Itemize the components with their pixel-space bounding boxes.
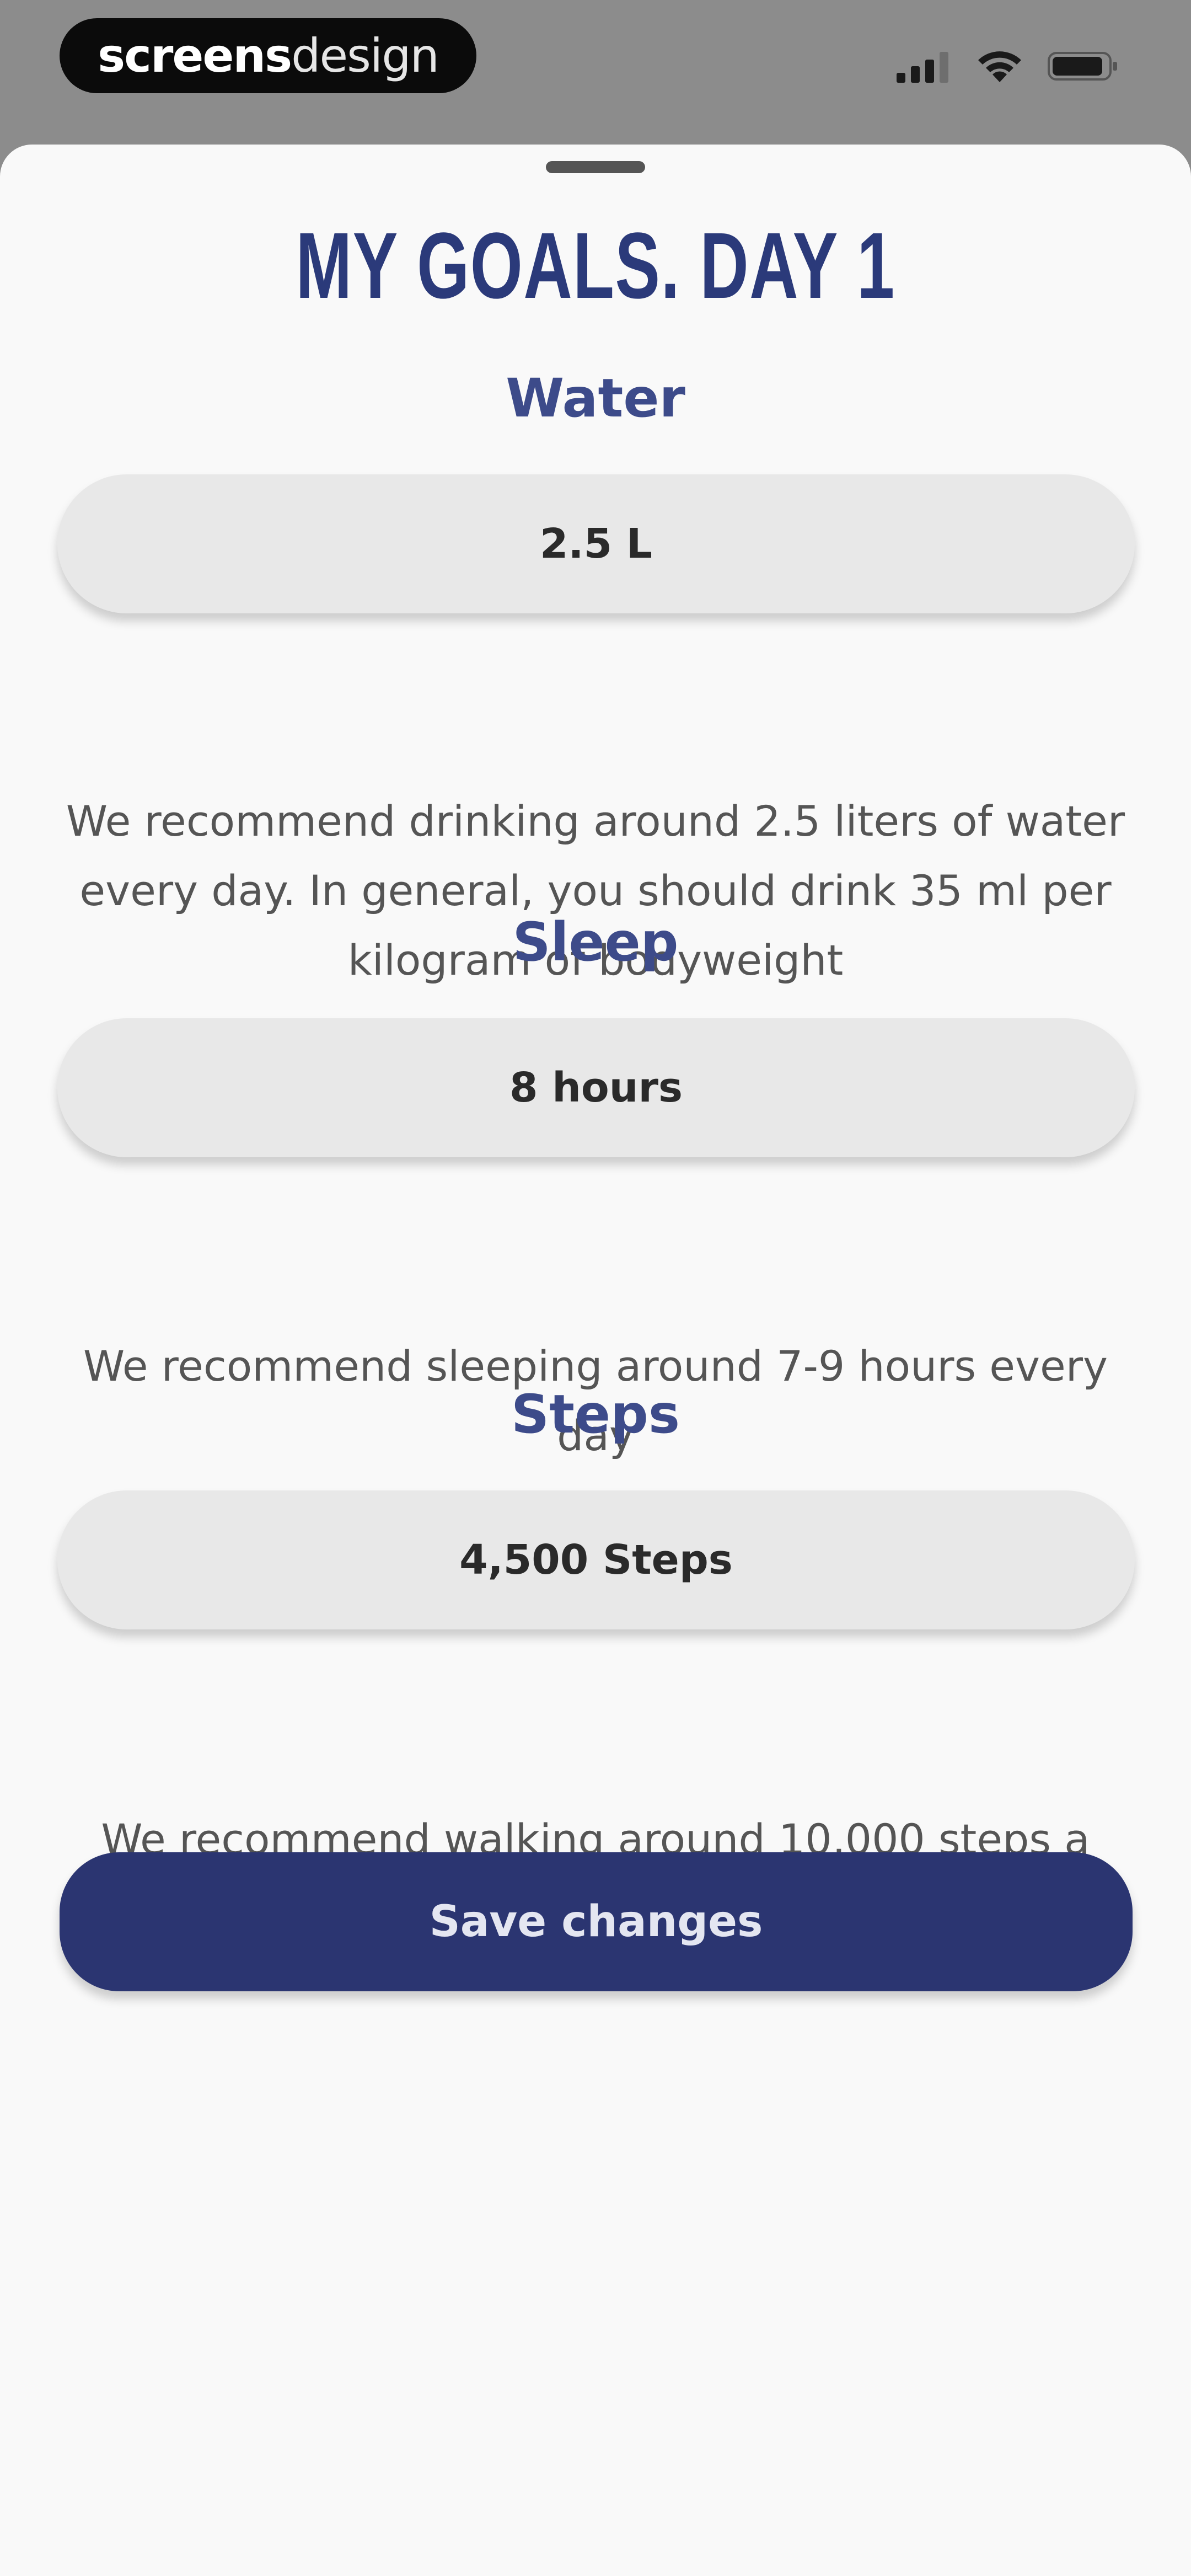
status-bar: screensdesign — [0, 0, 1191, 143]
brand-logo-text: screensdesign — [98, 33, 439, 79]
page-title: MY GOALS. DAY 1 — [296, 213, 895, 318]
battery-icon — [1048, 50, 1119, 83]
steps-label: Steps — [511, 1383, 680, 1445]
wifi-icon — [975, 48, 1024, 84]
steps-goal-field[interactable]: 4,500 Steps — [57, 1490, 1135, 1629]
water-goal-field[interactable]: 2.5 L — [57, 474, 1135, 613]
goals-sheet: MY GOALS. DAY 1 Water 2.5 L We recommend… — [0, 145, 1191, 2576]
sleep-goal-field[interactable]: 8 hours — [57, 1018, 1135, 1157]
status-icons — [897, 39, 1119, 94]
brand-logo: screensdesign — [60, 18, 476, 93]
cellular-signal-icon — [897, 50, 952, 83]
water-label: Water — [506, 367, 685, 429]
save-changes-button[interactable]: Save changes — [60, 1852, 1133, 1991]
screen: screensdesign MY GOALS. DAY 1 Water 2.5 … — [0, 0, 1191, 2576]
sheet-grabber-handle[interactable] — [546, 161, 645, 173]
brand-logo-bold: screens — [98, 29, 292, 83]
brand-logo-light: design — [291, 29, 439, 83]
sleep-label: Sleep — [512, 911, 679, 973]
